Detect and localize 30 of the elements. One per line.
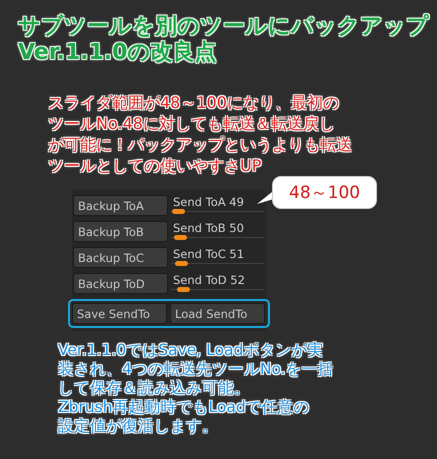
- sendto-button[interactable]: Save SendTo: [72, 303, 167, 324]
- slider-thumb[interactable]: [176, 287, 190, 292]
- annotation-line: スライダ範囲が48～100になり、最初の: [48, 92, 340, 113]
- annotation-line: 装され、4つの転送先ツールNo.を一括: [58, 360, 335, 379]
- slider-label: Send ToD 52: [172, 273, 246, 288]
- heading: Ver.1.1.0の改良点: [18, 40, 218, 66]
- sendto-button[interactable]: Load SendTo: [170, 303, 265, 324]
- slider-track[interactable]: [171, 263, 264, 269]
- annotation-line: ツールNo.48に対しても転送＆転送戻し: [48, 113, 336, 134]
- slider-thumb[interactable]: [175, 261, 188, 266]
- annotation-line: が可能に！バックアップというよりも転送: [48, 134, 353, 155]
- slider-thumb[interactable]: [172, 209, 186, 214]
- heading: サブツールを別のツールにバックアップ: [18, 14, 430, 40]
- annotation-line: Ver.1.1.0ではSave, Loadボタンが実: [58, 341, 324, 360]
- slider-thumb[interactable]: [174, 235, 187, 240]
- backup-button[interactable]: Backup ToB: [73, 221, 168, 242]
- backup-button[interactable]: Backup ToC: [73, 247, 168, 268]
- annotation-line: ツールとしての使いやすさUP: [48, 155, 262, 176]
- slider-track[interactable]: [171, 211, 264, 217]
- slider-label: Send ToB 50: [172, 221, 245, 236]
- annotation-line: Zbrush再起動時でもLoadで任意の: [58, 398, 311, 417]
- annotation-line: して保存＆読み込み可能。: [58, 379, 251, 398]
- slider-label: Send ToC 51: [172, 247, 246, 262]
- annotation-line: 設定値が復活します。: [58, 417, 219, 436]
- backup-button[interactable]: Backup ToD: [73, 273, 168, 294]
- callout-text: 48～100: [272, 176, 378, 209]
- slider-label: Send ToA 49: [172, 195, 245, 210]
- slider-track[interactable]: [171, 237, 264, 243]
- slider-track[interactable]: [171, 289, 264, 295]
- backup-button[interactable]: Backup ToA: [73, 195, 168, 216]
